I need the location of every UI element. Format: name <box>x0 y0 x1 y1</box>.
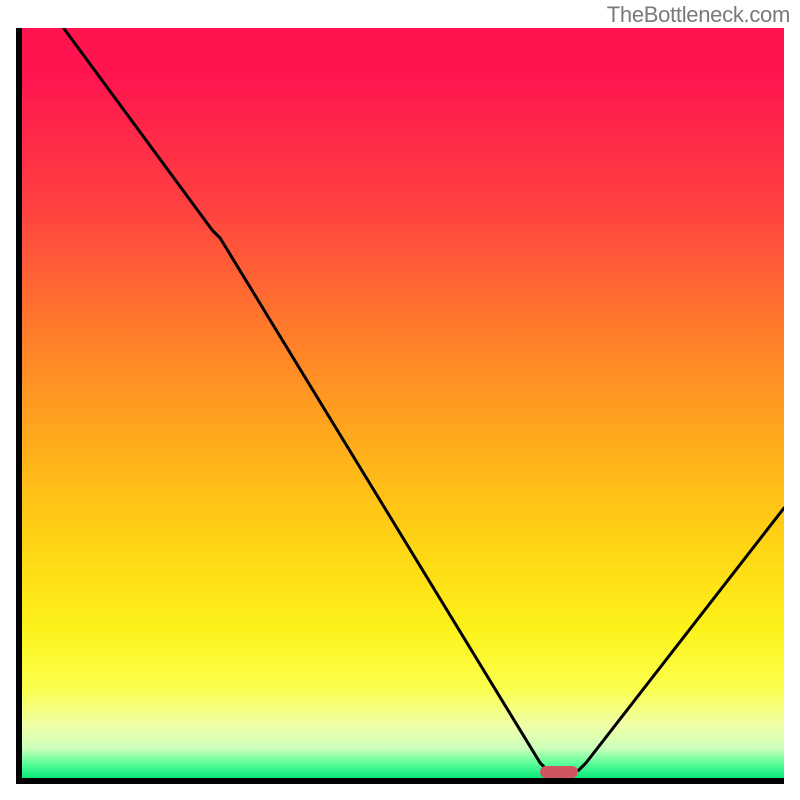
optimal-point-marker <box>540 766 578 778</box>
watermark-text: TheBottleneck.com <box>607 2 790 28</box>
chart-container: TheBottleneck.com <box>0 0 800 800</box>
bottleneck-curve-line <box>53 28 785 771</box>
axes-frame <box>16 28 784 784</box>
curve-svg <box>22 28 784 778</box>
